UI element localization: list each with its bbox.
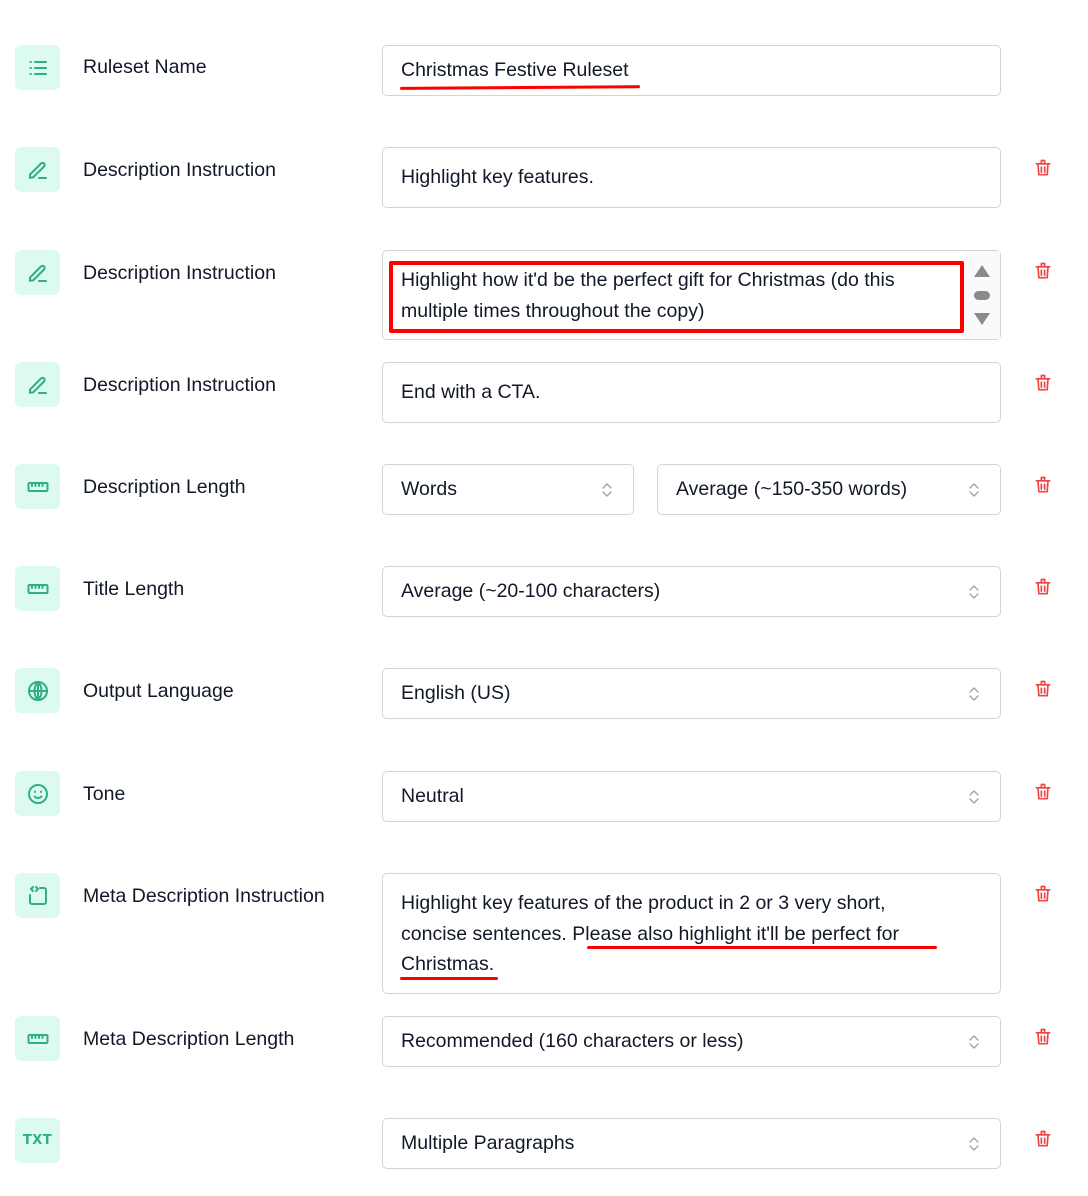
select-value: Words	[401, 478, 457, 500]
trash-icon	[1035, 885, 1051, 902]
rule-label: Description Instruction	[83, 159, 276, 181]
select-value: English (US)	[401, 682, 511, 704]
delete-rule-button[interactable]	[1033, 1026, 1053, 1048]
title-length-select[interactable]: Average (~20-100 characters)	[382, 566, 1001, 617]
select-value: Multiple Paragraphs	[401, 1132, 575, 1154]
tone-select[interactable]: Neutral	[382, 771, 1001, 822]
delete-rule-button[interactable]	[1033, 474, 1053, 496]
code-frame-icon	[15, 873, 60, 918]
rule-label: Description Instruction	[83, 374, 276, 396]
select-value: Average (~150-350 words)	[676, 478, 908, 500]
meta-description-instruction-textarea[interactable]: Highlight key features of the product in…	[382, 873, 1001, 994]
delete-rule-button[interactable]	[1033, 883, 1053, 905]
list-icon	[15, 45, 60, 90]
select-arrows-icon	[969, 789, 979, 804]
annotation-underline	[587, 946, 937, 949]
rule-label: Description Length	[83, 476, 246, 498]
trash-icon	[1035, 1130, 1051, 1147]
trash-icon	[1035, 262, 1051, 279]
pencil-icon	[15, 362, 60, 407]
rule-label: Title Length	[83, 578, 185, 600]
delete-rule-button[interactable]	[1033, 157, 1053, 179]
description-length-select[interactable]: Average (~150-350 words)	[657, 464, 1001, 515]
scroll-up-arrow-icon[interactable]	[974, 265, 990, 277]
delete-rule-button[interactable]	[1033, 1128, 1053, 1150]
textarea-text: Please also highlight it'll be perfect f…	[572, 922, 900, 945]
pencil-icon	[15, 250, 60, 295]
description-instruction-textarea[interactable]: Highlight key features.	[382, 147, 1001, 208]
pencil-icon	[15, 147, 60, 192]
rule-label: Meta Description Instruction	[83, 885, 325, 907]
ruler-icon	[15, 566, 60, 611]
trash-icon	[1035, 680, 1051, 697]
textarea-line: concise sentences. Please also highlight…	[401, 919, 982, 950]
delete-rule-button[interactable]	[1033, 781, 1053, 803]
rule-label: Tone	[83, 783, 126, 805]
annotation-underline	[400, 977, 498, 980]
output-language-select[interactable]: English (US)	[382, 668, 1001, 719]
trash-icon	[1035, 374, 1051, 391]
trash-icon	[1035, 1028, 1051, 1045]
delete-rule-button[interactable]	[1033, 678, 1053, 700]
textarea-scrollbar[interactable]	[964, 251, 1000, 339]
rule-label: Output Language	[83, 680, 234, 702]
rule-label: Description Instruction	[83, 262, 276, 284]
textarea-value: Highlight key features.	[401, 166, 594, 188]
txt-icon-text: TXT	[22, 1133, 53, 1148]
description-instruction-textarea[interactable]: End with a CTA.	[382, 362, 1001, 423]
globe-icon	[15, 668, 60, 713]
delete-rule-button[interactable]	[1033, 372, 1053, 394]
textarea-line: Highlight key features of the product in…	[401, 892, 886, 914]
select-value: Average (~20-100 characters)	[401, 580, 661, 602]
textarea-value: End with a CTA.	[401, 381, 541, 403]
txt-icon: TXT	[15, 1118, 60, 1163]
ruler-icon	[15, 1016, 60, 1061]
select-arrows-icon	[602, 482, 612, 497]
delete-rule-button[interactable]	[1033, 576, 1053, 598]
select-arrows-icon	[969, 1136, 979, 1151]
select-arrows-icon	[969, 1034, 979, 1049]
delete-rule-button[interactable]	[1033, 260, 1053, 282]
annotation-box	[389, 261, 964, 333]
textarea-line: Christmas.	[401, 953, 495, 975]
trash-icon	[1035, 476, 1051, 493]
smiley-icon	[15, 771, 60, 816]
select-value: Recommended (160 characters or less)	[401, 1030, 744, 1052]
length-unit-select[interactable]: Words	[382, 464, 634, 515]
trash-icon	[1035, 578, 1051, 595]
select-value: Neutral	[401, 785, 464, 807]
scroll-thumb[interactable]	[974, 291, 990, 300]
trash-icon	[1035, 159, 1051, 176]
trash-icon	[1035, 783, 1051, 800]
ruler-icon	[15, 464, 60, 509]
select-arrows-icon	[969, 584, 979, 599]
meta-description-length-select[interactable]: Recommended (160 characters or less)	[382, 1016, 1001, 1067]
textarea-text: concise sentences.	[401, 922, 573, 945]
rule-label: Ruleset Name	[83, 56, 207, 78]
select-arrows-icon	[969, 482, 979, 497]
select-arrows-icon	[969, 686, 979, 701]
ruleset-name-value: Christmas Festive Ruleset	[401, 59, 629, 81]
format-select[interactable]: Multiple Paragraphs	[382, 1118, 1001, 1169]
rule-label: Meta Description Length	[83, 1028, 295, 1050]
scroll-down-arrow-icon[interactable]	[974, 313, 990, 325]
